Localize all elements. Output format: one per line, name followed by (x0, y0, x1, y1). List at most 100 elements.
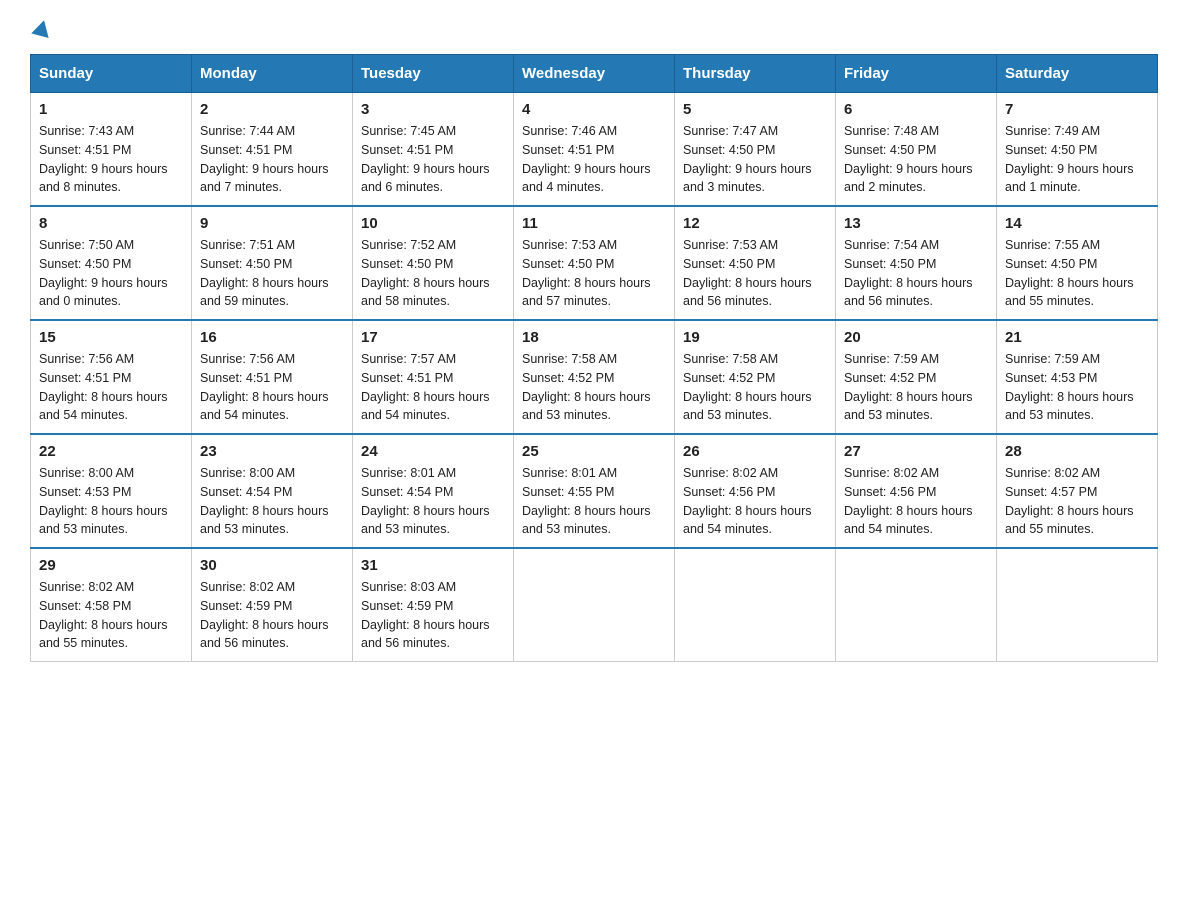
column-header-friday: Friday (836, 55, 997, 93)
day-info: Sunrise: 8:01 AMSunset: 4:55 PMDaylight:… (522, 464, 666, 539)
day-number: 16 (200, 329, 344, 346)
day-number: 13 (844, 215, 988, 232)
day-number: 3 (361, 101, 505, 118)
day-number: 31 (361, 557, 505, 574)
calendar-cell (675, 548, 836, 662)
day-number: 18 (522, 329, 666, 346)
calendar-cell: 20 Sunrise: 7:59 AMSunset: 4:52 PMDaylig… (836, 320, 997, 434)
day-number: 29 (39, 557, 183, 574)
day-info: Sunrise: 7:43 AMSunset: 4:51 PMDaylight:… (39, 122, 183, 197)
calendar-cell: 28 Sunrise: 8:02 AMSunset: 4:57 PMDaylig… (997, 434, 1158, 548)
day-info: Sunrise: 7:45 AMSunset: 4:51 PMDaylight:… (361, 122, 505, 197)
day-number: 10 (361, 215, 505, 232)
day-info: Sunrise: 8:02 AMSunset: 4:57 PMDaylight:… (1005, 464, 1149, 539)
calendar-cell: 18 Sunrise: 7:58 AMSunset: 4:52 PMDaylig… (514, 320, 675, 434)
day-number: 1 (39, 101, 183, 118)
calendar-cell: 12 Sunrise: 7:53 AMSunset: 4:50 PMDaylig… (675, 206, 836, 320)
day-info: Sunrise: 7:53 AMSunset: 4:50 PMDaylight:… (683, 236, 827, 311)
day-number: 2 (200, 101, 344, 118)
day-info: Sunrise: 8:03 AMSunset: 4:59 PMDaylight:… (361, 578, 505, 653)
day-number: 20 (844, 329, 988, 346)
day-info: Sunrise: 7:57 AMSunset: 4:51 PMDaylight:… (361, 350, 505, 425)
day-number: 12 (683, 215, 827, 232)
day-number: 25 (522, 443, 666, 460)
calendar-cell: 24 Sunrise: 8:01 AMSunset: 4:54 PMDaylig… (353, 434, 514, 548)
day-number: 9 (200, 215, 344, 232)
calendar-cell: 5 Sunrise: 7:47 AMSunset: 4:50 PMDayligh… (675, 93, 836, 207)
calendar-cell: 27 Sunrise: 8:02 AMSunset: 4:56 PMDaylig… (836, 434, 997, 548)
calendar-cell: 29 Sunrise: 8:02 AMSunset: 4:58 PMDaylig… (31, 548, 192, 662)
day-info: Sunrise: 7:59 AMSunset: 4:52 PMDaylight:… (844, 350, 988, 425)
calendar-cell: 4 Sunrise: 7:46 AMSunset: 4:51 PMDayligh… (514, 93, 675, 207)
day-info: Sunrise: 8:02 AMSunset: 4:56 PMDaylight:… (683, 464, 827, 539)
column-header-monday: Monday (192, 55, 353, 93)
day-number: 30 (200, 557, 344, 574)
calendar-cell: 30 Sunrise: 8:02 AMSunset: 4:59 PMDaylig… (192, 548, 353, 662)
calendar-cell: 2 Sunrise: 7:44 AMSunset: 4:51 PMDayligh… (192, 93, 353, 207)
day-number: 19 (683, 329, 827, 346)
day-info: Sunrise: 7:53 AMSunset: 4:50 PMDaylight:… (522, 236, 666, 311)
calendar-cell: 26 Sunrise: 8:02 AMSunset: 4:56 PMDaylig… (675, 434, 836, 548)
calendar-cell: 16 Sunrise: 7:56 AMSunset: 4:51 PMDaylig… (192, 320, 353, 434)
day-info: Sunrise: 8:00 AMSunset: 4:53 PMDaylight:… (39, 464, 183, 539)
calendar-cell: 11 Sunrise: 7:53 AMSunset: 4:50 PMDaylig… (514, 206, 675, 320)
column-header-tuesday: Tuesday (353, 55, 514, 93)
calendar-cell: 13 Sunrise: 7:54 AMSunset: 4:50 PMDaylig… (836, 206, 997, 320)
calendar-cell: 7 Sunrise: 7:49 AMSunset: 4:50 PMDayligh… (997, 93, 1158, 207)
day-number: 15 (39, 329, 183, 346)
day-info: Sunrise: 7:47 AMSunset: 4:50 PMDaylight:… (683, 122, 827, 197)
day-info: Sunrise: 7:54 AMSunset: 4:50 PMDaylight:… (844, 236, 988, 311)
day-number: 22 (39, 443, 183, 460)
day-number: 7 (1005, 101, 1149, 118)
calendar-cell: 21 Sunrise: 7:59 AMSunset: 4:53 PMDaylig… (997, 320, 1158, 434)
day-info: Sunrise: 7:52 AMSunset: 4:50 PMDaylight:… (361, 236, 505, 311)
column-header-wednesday: Wednesday (514, 55, 675, 93)
column-header-thursday: Thursday (675, 55, 836, 93)
day-info: Sunrise: 7:59 AMSunset: 4:53 PMDaylight:… (1005, 350, 1149, 425)
day-info: Sunrise: 7:58 AMSunset: 4:52 PMDaylight:… (522, 350, 666, 425)
column-header-saturday: Saturday (997, 55, 1158, 93)
day-number: 23 (200, 443, 344, 460)
calendar-cell: 23 Sunrise: 8:00 AMSunset: 4:54 PMDaylig… (192, 434, 353, 548)
calendar-cell: 8 Sunrise: 7:50 AMSunset: 4:50 PMDayligh… (31, 206, 192, 320)
day-info: Sunrise: 7:56 AMSunset: 4:51 PMDaylight:… (39, 350, 183, 425)
calendar-cell: 14 Sunrise: 7:55 AMSunset: 4:50 PMDaylig… (997, 206, 1158, 320)
calendar-cell: 17 Sunrise: 7:57 AMSunset: 4:51 PMDaylig… (353, 320, 514, 434)
day-info: Sunrise: 8:00 AMSunset: 4:54 PMDaylight:… (200, 464, 344, 539)
day-number: 26 (683, 443, 827, 460)
calendar-cell (997, 548, 1158, 662)
day-info: Sunrise: 8:02 AMSunset: 4:56 PMDaylight:… (844, 464, 988, 539)
day-info: Sunrise: 8:01 AMSunset: 4:54 PMDaylight:… (361, 464, 505, 539)
day-number: 11 (522, 215, 666, 232)
day-info: Sunrise: 8:02 AMSunset: 4:59 PMDaylight:… (200, 578, 344, 653)
day-info: Sunrise: 7:50 AMSunset: 4:50 PMDaylight:… (39, 236, 183, 311)
day-info: Sunrise: 8:02 AMSunset: 4:58 PMDaylight:… (39, 578, 183, 653)
page-header (30, 20, 1158, 34)
calendar-cell: 6 Sunrise: 7:48 AMSunset: 4:50 PMDayligh… (836, 93, 997, 207)
calendar-cell: 25 Sunrise: 8:01 AMSunset: 4:55 PMDaylig… (514, 434, 675, 548)
logo-triangle-icon (31, 18, 53, 38)
calendar-cell: 10 Sunrise: 7:52 AMSunset: 4:50 PMDaylig… (353, 206, 514, 320)
calendar-cell (836, 548, 997, 662)
day-info: Sunrise: 7:44 AMSunset: 4:51 PMDaylight:… (200, 122, 344, 197)
day-info: Sunrise: 7:58 AMSunset: 4:52 PMDaylight:… (683, 350, 827, 425)
day-number: 8 (39, 215, 183, 232)
day-info: Sunrise: 7:46 AMSunset: 4:51 PMDaylight:… (522, 122, 666, 197)
day-number: 28 (1005, 443, 1149, 460)
day-info: Sunrise: 7:56 AMSunset: 4:51 PMDaylight:… (200, 350, 344, 425)
day-number: 24 (361, 443, 505, 460)
day-number: 4 (522, 101, 666, 118)
calendar-cell: 15 Sunrise: 7:56 AMSunset: 4:51 PMDaylig… (31, 320, 192, 434)
calendar-cell (514, 548, 675, 662)
calendar-table: SundayMondayTuesdayWednesdayThursdayFrid… (30, 54, 1158, 662)
day-number: 6 (844, 101, 988, 118)
calendar-cell: 9 Sunrise: 7:51 AMSunset: 4:50 PMDayligh… (192, 206, 353, 320)
column-header-sunday: Sunday (31, 55, 192, 93)
day-info: Sunrise: 7:48 AMSunset: 4:50 PMDaylight:… (844, 122, 988, 197)
calendar-cell: 3 Sunrise: 7:45 AMSunset: 4:51 PMDayligh… (353, 93, 514, 207)
day-info: Sunrise: 7:49 AMSunset: 4:50 PMDaylight:… (1005, 122, 1149, 197)
day-number: 14 (1005, 215, 1149, 232)
calendar-cell: 22 Sunrise: 8:00 AMSunset: 4:53 PMDaylig… (31, 434, 192, 548)
day-number: 5 (683, 101, 827, 118)
calendar-cell: 1 Sunrise: 7:43 AMSunset: 4:51 PMDayligh… (31, 93, 192, 207)
